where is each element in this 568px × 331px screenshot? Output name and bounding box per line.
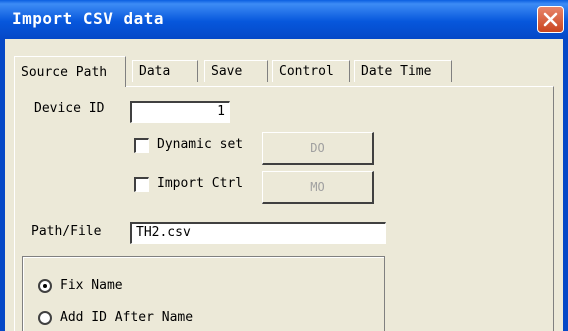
device-id-label: Device ID — [34, 101, 105, 116]
fix-name-label[interactable]: Fix Name — [60, 278, 123, 293]
tab-data[interactable]: Data — [132, 60, 198, 82]
tab-label: Date Time — [361, 64, 432, 79]
device-id-input[interactable]: 1 — [130, 101, 230, 123]
tab-label: Save — [211, 64, 243, 79]
fix-name-radio[interactable] — [38, 279, 52, 293]
path-file-input[interactable]: TH2.csv — [130, 222, 386, 244]
tab-save[interactable]: Save — [204, 60, 268, 82]
radio-selected-dot — [43, 284, 47, 288]
tab-label: Source Path — [21, 64, 108, 80]
window-title: Import CSV data — [12, 9, 164, 28]
path-file-label: Path/File — [31, 224, 102, 239]
tab-label: Data — [139, 64, 171, 79]
dynamic-set-label[interactable]: Dynamic set — [157, 137, 243, 152]
tab-control[interactable]: Control — [272, 60, 350, 82]
close-button[interactable] — [537, 6, 564, 33]
dynamic-set-checkbox[interactable] — [134, 138, 149, 153]
tab-date-time[interactable]: Date Time — [354, 60, 452, 82]
import-ctrl-label[interactable]: Import Ctrl — [157, 176, 243, 191]
tab-strip: Source Path Data Save Control Date Time — [14, 56, 554, 87]
tab-label: Control — [279, 64, 334, 79]
window-frame-right — [563, 39, 568, 331]
mo-button[interactable]: MO — [262, 171, 374, 204]
window-frame-left — [0, 39, 5, 331]
do-button[interactable]: DO — [262, 132, 374, 165]
close-icon — [543, 12, 558, 27]
title-bar[interactable]: Import CSV data — [0, 0, 568, 39]
add-id-after-name-radio[interactable] — [38, 311, 52, 325]
tab-source-path[interactable]: Source Path — [14, 56, 126, 87]
add-id-after-name-label[interactable]: Add ID After Name — [60, 310, 193, 325]
import-ctrl-checkbox[interactable] — [134, 177, 149, 192]
